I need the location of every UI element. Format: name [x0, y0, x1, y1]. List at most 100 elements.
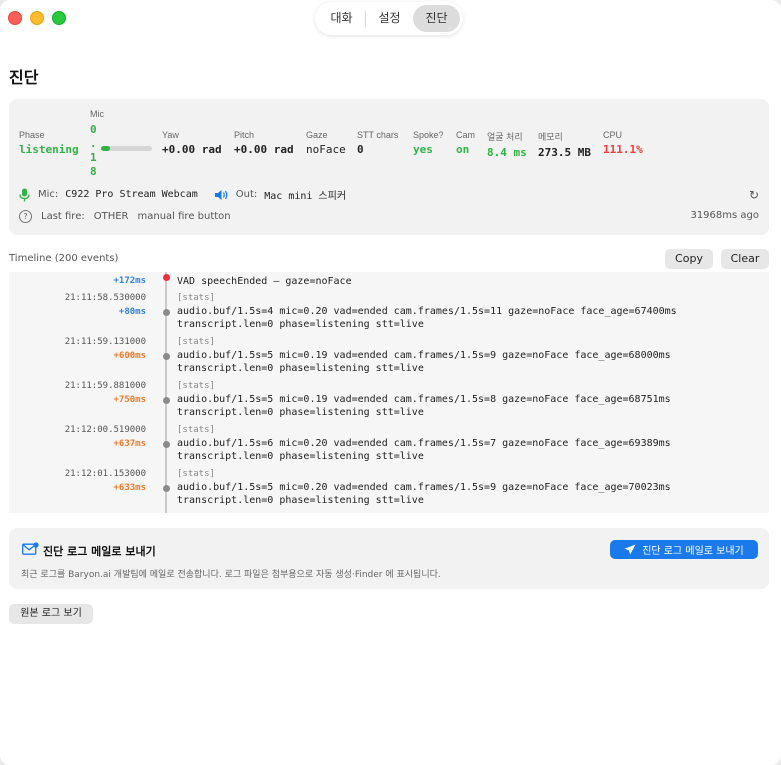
- speaker-icon: [214, 189, 228, 200]
- event-delta: +172ms: [113, 276, 146, 286]
- event-dot: [163, 485, 170, 492]
- send-log-email-button[interactable]: 진단 로그 메일로 보내기: [610, 540, 758, 559]
- stat-value: yes: [413, 143, 433, 156]
- zoom-window-button[interactable]: [52, 11, 66, 25]
- event-timestamp: 21:11:58.530000: [64, 293, 146, 303]
- stat-pitch: Pitch +0.00 rad: [234, 130, 294, 156]
- view-switcher: 대화 설정 진단: [315, 2, 463, 35]
- stat-label: Gaze: [306, 130, 328, 140]
- event-text: VAD speechEnded — gaze=noFace: [177, 276, 352, 287]
- event-text: transcript.len=0 phase=listening stt=liv…: [177, 495, 424, 506]
- event-tag: [stats]: [177, 469, 215, 479]
- mic-digit: 1: [90, 151, 97, 164]
- stat-label: 메모리: [538, 132, 563, 142]
- device-row: Mic: C922 Pro Stream Webcam Out: Mac min…: [19, 187, 346, 202]
- event-tag: [stats]: [177, 293, 215, 303]
- stat-value: 8.4 ms: [487, 146, 527, 159]
- event-timestamp: 21:12:00.519000: [64, 425, 146, 435]
- mic-digit: 8: [90, 165, 97, 178]
- stat-face-processing: 얼굴 처리 8.4 ms: [487, 130, 527, 159]
- mic-level-readout: 0 . 1 8: [90, 123, 104, 179]
- event-timestamp: 21:12:01.153000: [64, 469, 146, 479]
- clear-button[interactable]: Clear: [721, 249, 769, 269]
- event-dot: [163, 309, 170, 316]
- copy-button[interactable]: Copy: [665, 249, 713, 269]
- event-timestamp: 21:11:59.131000: [64, 337, 146, 347]
- event-dot: [163, 441, 170, 448]
- event-text: transcript.len=0 phase=listening stt=liv…: [177, 451, 424, 462]
- mic-digit: 0: [90, 123, 97, 136]
- app-window: 대화 설정 진단 진단 Phase listening Mic 0 . 1 8 …: [0, 0, 781, 765]
- stat-label: Spoke?: [413, 130, 444, 140]
- mic-level-fill: [101, 146, 111, 151]
- event-text: audio.buf/1.5s=5 mic=0.19 vad=ended cam.…: [177, 350, 671, 361]
- email-description: 최근 로그를 Baryon.ai 개발팀에 메일로 전송합니다. 로그 파일은 …: [21, 570, 441, 580]
- event-text: audio.buf/1.5s=6 mic=0.20 vad=ended cam.…: [177, 438, 671, 449]
- stat-label: Pitch: [234, 130, 255, 140]
- stat-label: Mic: [90, 109, 104, 119]
- output-label: Out:: [235, 189, 258, 200]
- stat-value: 111.1%: [603, 143, 643, 156]
- stat-phase: Phase listening: [19, 130, 79, 156]
- send-icon: [624, 544, 636, 555]
- stat-value: +0.00 rad: [162, 143, 222, 156]
- help-icon[interactable]: ?: [19, 210, 32, 223]
- last-fire-kind: OTHER: [93, 211, 129, 222]
- event-text: transcript.len=0 phase=listening stt=liv…: [177, 407, 424, 418]
- event-delta: +750ms: [113, 395, 146, 405]
- page-title: 진단: [9, 68, 39, 87]
- event-delta: +600ms: [113, 351, 146, 361]
- mail-icon: [22, 542, 39, 555]
- mic-icon: [19, 188, 30, 201]
- stat-value: on: [456, 143, 470, 156]
- stat-value: 0: [357, 143, 364, 156]
- stat-cpu: CPU 111.1%: [603, 130, 643, 156]
- email-title: 진단 로그 메일로 보내기: [43, 545, 156, 558]
- stat-mic: Mic 0 . 1 8: [90, 109, 104, 179]
- tab-settings[interactable]: 설정: [366, 5, 413, 32]
- stat-label: 얼굴 처리: [487, 132, 523, 142]
- event-delta: +80ms: [118, 307, 146, 317]
- event-text: transcript.len=0 phase=listening stt=liv…: [177, 363, 424, 374]
- event-delta: +633ms: [113, 483, 146, 493]
- event-tag: [stats]: [177, 425, 215, 435]
- stat-memory: 메모리 273.5 MB: [538, 130, 591, 159]
- last-fire-label: Last fire:: [41, 211, 85, 222]
- event-text: audio.buf/1.5s=4 mic=0.20 vad=ended cam.…: [177, 306, 677, 317]
- mic-label: Mic:: [38, 189, 59, 200]
- event-tag: [stats]: [177, 337, 215, 347]
- close-window-button[interactable]: [8, 11, 22, 25]
- event-dot: [163, 397, 170, 404]
- stat-yaw: Yaw +0.00 rad: [162, 130, 222, 156]
- event-text: audio.buf/1.5s=5 mic=0.20 vad=ended cam.…: [177, 482, 671, 493]
- event-dot: [163, 274, 170, 281]
- stat-value: +0.00 rad: [234, 143, 294, 156]
- event-timestamp: 21:11:59.881000: [64, 381, 146, 391]
- send-log-email-label: 진단 로그 메일로 보내기: [642, 546, 744, 557]
- stat-stt-chars: STT chars 0: [357, 130, 398, 156]
- email-panel: 진단 로그 메일로 보내기 최근 로그를 Baryon.ai 개발팀에 메일로 …: [9, 528, 769, 589]
- stats-panel: Phase listening Mic 0 . 1 8 Yaw +0.00 ra…: [9, 99, 769, 235]
- event-dot: [163, 353, 170, 360]
- tab-conversation[interactable]: 대화: [318, 5, 365, 32]
- tab-diagnostics[interactable]: 진단: [413, 5, 460, 32]
- event-text: transcript.len=0 phase=listening stt=liv…: [177, 319, 424, 330]
- last-fire-reason: manual fire button: [137, 211, 231, 222]
- stat-value: noFace: [306, 143, 346, 156]
- timeline-list[interactable]: +172ms VAD speechEnded — gaze=noFace 21:11…: [9, 272, 769, 513]
- refresh-icon[interactable]: ↻: [749, 188, 759, 202]
- last-fire-row: ? Last fire: OTHER manual fire button: [19, 210, 231, 223]
- view-raw-log-button[interactable]: 원본 로그 보기: [9, 604, 93, 624]
- stat-label: Cam: [456, 130, 476, 140]
- stat-label: CPU: [603, 130, 623, 140]
- event-text: audio.buf/1.5s=5 mic=0.19 vad=ended cam.…: [177, 394, 671, 405]
- stat-cam: Cam on: [456, 130, 475, 156]
- stat-label: Yaw: [162, 130, 179, 140]
- stat-label: STT chars: [357, 130, 399, 140]
- last-fire-ago: 31968ms ago: [690, 210, 759, 221]
- event-tag: [stats]: [177, 381, 215, 391]
- timeline-label: Timeline (200 events): [9, 253, 119, 264]
- minimize-window-button[interactable]: [30, 11, 44, 25]
- mic-level-bar: [101, 146, 152, 151]
- stat-label: Phase: [19, 130, 45, 140]
